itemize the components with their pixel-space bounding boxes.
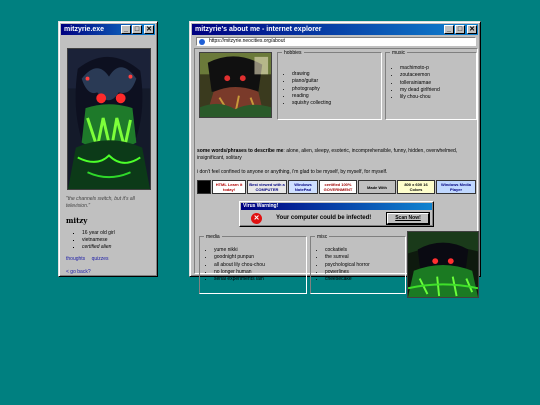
list-item: the surreal	[325, 254, 405, 261]
minimize-button[interactable]: _	[444, 25, 454, 34]
web-badge[interactable]: Windows NotePad	[288, 180, 318, 194]
profile-quote: "the channels switch, but it's all telev…	[66, 196, 135, 209]
music-box: music machimoto-p zoutaceemon tolleraini…	[385, 50, 477, 120]
profile-artwork-image	[67, 48, 151, 190]
profile-facts-list: 16 year old girl vietnamese certified al…	[82, 230, 154, 251]
close-button[interactable]: ✕	[144, 25, 154, 34]
page-content: hobbies drawing piano/guitar photography…	[194, 48, 479, 298]
list-item: tollerainiamae	[400, 80, 476, 87]
address-bar[interactable]: https://mitzyrie.neocities.org/about	[196, 37, 476, 46]
media-box: media yume nikki goodnight punpun all ab…	[199, 234, 307, 294]
virus-dialog-title: Virus Warning!	[241, 203, 432, 210]
list-item: certified alien	[82, 244, 154, 251]
minimize-button[interactable]: _	[121, 25, 131, 34]
profile-window: mitzyrie.exe _ □ ✕ "the channels switch,…	[58, 21, 158, 277]
thoughts-link[interactable]: thoughts	[66, 256, 85, 262]
describe-me-label: some words/phrases to describe me	[197, 148, 284, 154]
profile-links: thoughts quizzes	[66, 256, 154, 263]
list-item: cockatiels	[325, 247, 405, 254]
profile-window-titlebar[interactable]: mitzyrie.exe _ □ ✕	[61, 24, 155, 35]
misc-artwork-image	[407, 231, 479, 298]
hobbies-list: drawing piano/guitar photography reading…	[292, 71, 381, 107]
list-item: goodnight punpun	[214, 254, 306, 261]
describe-me-text: some words/phrases to describe me: alone…	[197, 148, 477, 163]
browser-window-title: mitzyrie's about me - internet explorer	[195, 26, 322, 33]
list-item: my dead girlfriend	[400, 87, 476, 94]
address-url: https://mitzyrie.neocities.org/about	[209, 38, 285, 44]
list-item: cheesecake	[325, 276, 405, 283]
about-artwork-image	[199, 52, 272, 118]
web-badge[interactable]: HTML Learn it today!	[212, 180, 246, 194]
freedom-statement: i don't feel confined to anyone or anyth…	[197, 169, 388, 175]
quizzes-link[interactable]: quizzes	[92, 256, 109, 262]
list-item: all about lily chou-chou	[214, 262, 306, 269]
internet-explorer-icon	[199, 39, 205, 45]
profile-window-title: mitzyrie.exe	[64, 26, 105, 33]
error-icon: ✕	[251, 213, 262, 224]
maximize-button[interactable]: □	[132, 25, 142, 34]
web-badge[interactable]: Made With	[358, 180, 396, 194]
misc-box: misc cockatiels the surreal psychologica…	[310, 234, 406, 294]
music-title: music	[390, 50, 408, 56]
list-item: drawing	[292, 71, 381, 78]
media-list: yume nikki goodnight punpun all about li…	[214, 247, 306, 283]
hobbies-box: hobbies drawing piano/guitar photography…	[277, 50, 382, 120]
web-badge[interactable]: Best viewed with a COMPUTER	[247, 180, 287, 194]
list-item: yume nikki	[214, 247, 306, 254]
window-controls: _ □ ✕	[121, 25, 154, 34]
list-item: piano/guitar	[292, 78, 381, 85]
maximize-button[interactable]: □	[455, 25, 465, 34]
list-item: no longer human	[214, 269, 306, 276]
window-controls: _ □ ✕	[444, 25, 477, 34]
misc-title: misc	[315, 234, 330, 240]
web-badge[interactable]: 800 x 600 16 Colors	[397, 180, 435, 194]
list-item: reading	[292, 93, 381, 100]
go-back-link[interactable]: < go back?	[66, 269, 154, 276]
list-item: 16 year old girl	[82, 230, 154, 237]
profile-name: mitzy	[66, 216, 88, 225]
browser-window: mitzyrie's about me - internet explorer …	[189, 21, 481, 298]
profile-info: "the channels switch, but it's all telev…	[66, 196, 154, 276]
web-badge[interactable]: Windows Media Player	[436, 180, 476, 194]
list-item: photography	[292, 86, 381, 93]
misc-list: cockatiels the surreal psychological hor…	[325, 247, 405, 283]
list-item: psychological horror	[325, 262, 405, 269]
close-button[interactable]: ✕	[467, 25, 477, 34]
badges-row: HTML Learn it today! Best viewed with a C…	[197, 180, 477, 194]
virus-dialog-message: Your computer could be infected!	[276, 215, 372, 221]
list-item: serial experiments lain	[214, 276, 306, 283]
virus-warning-dialog: Virus Warning! ✕ Your computer could be …	[239, 201, 434, 227]
web-badge[interactable]: This site is certified 100% GOVERNMENT F…	[319, 180, 357, 194]
web-badge[interactable]	[197, 180, 211, 194]
browser-window-titlebar[interactable]: mitzyrie's about me - internet explorer …	[192, 24, 478, 35]
scan-now-button[interactable]: Scan Now!	[386, 212, 430, 225]
hobbies-title: hobbies	[282, 50, 304, 56]
music-list: machimoto-p zoutaceemon tollerainiamae m…	[400, 65, 476, 101]
list-item: machimoto-p	[400, 65, 476, 72]
list-item: squishy collecting	[292, 100, 381, 107]
list-item: lily chou-chou	[400, 94, 476, 101]
list-item: vietnamese	[82, 237, 154, 244]
list-item: zoutaceemon	[400, 72, 476, 79]
media-title: media	[204, 234, 222, 240]
list-item: powerlines	[325, 269, 405, 276]
